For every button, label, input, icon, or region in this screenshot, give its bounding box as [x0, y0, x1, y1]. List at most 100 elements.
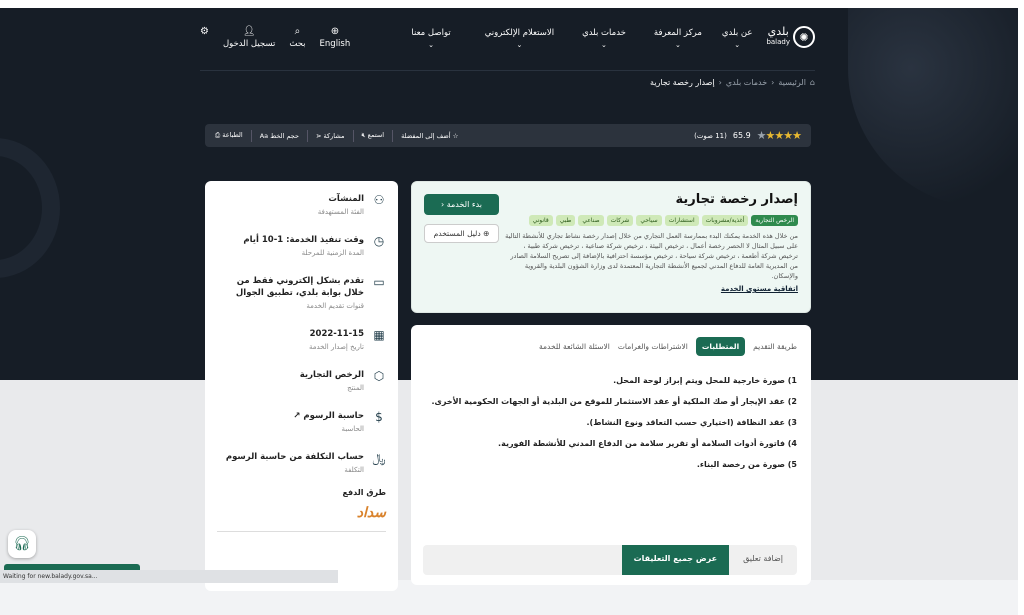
view-comments-button[interactable]: عرض جميع التعليقات [621, 545, 730, 575]
service-info-card: ⚇ المنشآت الفئة المستهدفة ◷ وقت تنفيذ الخدم… [205, 181, 398, 591]
person-icon: ⚇ [373, 193, 385, 207]
divider [217, 531, 386, 532]
listen-button[interactable]: استمع 🔇︎ [362, 131, 385, 140]
breadcrumb: ⌂ الرئيسية ‹ خدمات بلدي ‹ إصدار رخصة تجاري… [600, 78, 815, 87]
requirement-item: 5) صورة من رخصة البناء. [696, 460, 797, 469]
tag[interactable]: الرخص التجارية [751, 215, 798, 226]
info-value: حساب التكلفة من حاسبة الرسوم [225, 452, 364, 462]
requirement-item: 4) فاتورة أدوات السلامة أو تقرير سلامة م… [498, 439, 797, 448]
nav-services[interactable]: خدمات بلدي ⌄ [582, 28, 626, 49]
breadcrumb-separator: ‹ [771, 78, 775, 87]
requirement-item: 3) عقد النظافة (اختياري حسب التعاقد ونوع… [586, 418, 798, 427]
palm-icon: ✺ [793, 26, 815, 48]
info-row: ▦ 2022-11-15 تاريخ إصدار الخدمة [217, 328, 386, 351]
box-icon: ⬡ [373, 369, 385, 383]
print-button[interactable]: الطباعة ⎙ [215, 131, 243, 140]
scrollbar[interactable] [1018, 8, 1024, 615]
print-label: الطباعة [222, 131, 243, 139]
globe-icon: ⊕ [330, 26, 340, 37]
share-label: مشاركة [323, 131, 345, 140]
tab-requirements[interactable]: المتطلبات [695, 337, 746, 356]
tag[interactable]: استشارات [664, 215, 699, 226]
breadcrumb-home[interactable]: الرئيسية [778, 78, 806, 87]
info-label: التكلفة [344, 466, 364, 474]
home-icon: ⌂ [809, 78, 815, 87]
fee-calculator-link[interactable]: حاسبة الرسوم ↗ [217, 410, 364, 422]
nav-label: خدمات بلدي [582, 28, 626, 38]
star-icon: ☆ [450, 131, 459, 140]
monitor-icon: ▭ [373, 275, 385, 289]
calendar-icon: ▦ [373, 328, 385, 342]
language-button[interactable]: ⊕ English [320, 26, 351, 49]
login-label: تسجيل الدخول [222, 39, 276, 49]
font-size-label: حجم الخط [270, 131, 299, 140]
font-size-button[interactable]: حجم الخط Aa [260, 132, 299, 140]
listen-label: استمع [367, 131, 385, 139]
browser-status: Waiting for new.balady.gov.sa... [0, 570, 338, 583]
chat-support-button[interactable]: 🎧︎ [8, 530, 36, 558]
info-row: ﷼ حساب التكلفة من حاسبة الرسوم التكلفة [217, 451, 386, 474]
breadcrumb-services[interactable]: خدمات بلدي [726, 78, 767, 87]
header-tools: ⊕ English ⌕ بحث 👤︎ تسجيل الدخول ⚙ [200, 26, 350, 49]
favorite-label: أضف إلى المفضلة [401, 131, 451, 140]
settings-button[interactable]: ⚙ [200, 26, 209, 49]
nav-about[interactable]: عن بلدي ⌄ [722, 28, 753, 49]
share-icon: ⋖ [316, 131, 324, 140]
requirement-item: 1) صورة خارجية للمحل ويتم إبراز لوحة الم… [613, 376, 797, 385]
tab-how-to-apply[interactable]: طريقة التقديم [753, 342, 797, 351]
tag[interactable]: صناعي [578, 215, 604, 226]
info-row: $ حاسبة الرسوم ↗ الحاسبة [217, 410, 386, 433]
nav-inquiry[interactable]: الاستعلام الإلكتروني ⌄ [485, 28, 554, 49]
nav-label: مركز المعرفة [653, 28, 702, 38]
nav-knowledge[interactable]: مركز المعرفة ⌄ [654, 28, 702, 49]
chevron-down-icon: ⌄ [674, 41, 681, 49]
tag[interactable]: قانوني [528, 215, 553, 226]
chevron-down-icon: ⌄ [516, 41, 523, 49]
decor-shape [848, 8, 1018, 208]
info-value: وقت تنفيذ الخدمة: 1-10 أيام [243, 235, 364, 245]
start-service-button[interactable]: بدء الخدمة ‹ [424, 194, 499, 215]
login-button[interactable]: 👤︎ تسجيل الدخول [223, 26, 275, 49]
details-card: طريقة التقديم المتطلبات الاشتراطات والغر… [411, 325, 811, 585]
nav-contact[interactable]: تواصل معنا ⌄ [411, 28, 450, 49]
info-value: المنشآت [328, 194, 364, 204]
breadcrumb-separator: ‹ [718, 78, 722, 87]
tab-faq[interactable]: الاسئلة الشائعة للخدمة [539, 342, 610, 351]
header-divider [200, 70, 815, 71]
chevron-down-icon: ⌄ [734, 41, 741, 49]
tag[interactable]: سياحي [636, 215, 662, 226]
headset-icon: 🎧︎ [13, 536, 31, 552]
user-guide-button[interactable]: ⊕ دليل المستخدم [424, 224, 499, 243]
start-label: بدء الخدمة [446, 200, 483, 209]
divider [392, 129, 394, 142]
tag[interactable]: شركات [606, 215, 634, 226]
tab-conditions[interactable]: الاشتراطات والغرامات [618, 342, 688, 351]
arrow-left-icon: ‹ [440, 200, 445, 209]
logo-subtitle: balady [766, 38, 790, 46]
rating-toolbar: ★★★★★ 65.9 (11 صوت) ☆ أضف إلى المفضلة اس… [205, 124, 811, 147]
main-nav: عن بلدي ⌄ مركز المعرفة ⌄ خدمات بلدي ⌄ الاست… [411, 20, 752, 49]
info-label: المدة الزمنية للمرحلة [301, 249, 364, 257]
tag[interactable]: طبي [555, 215, 576, 226]
sla-link[interactable]: اتفاقية مستوى الخدمة [424, 285, 798, 293]
info-row: ⚇ المنشآت الفئة المستهدفة [217, 193, 386, 216]
favorite-button[interactable]: ☆ أضف إلى المفضلة [401, 132, 458, 140]
info-value: تقدم بشكل إلكتروني فقط من خلال بوابة بلد… [235, 276, 364, 298]
clock-icon: ◷ [373, 234, 385, 248]
balady-logo[interactable]: ✺ بلدي balady [766, 26, 815, 48]
search-button[interactable]: ⌕ بحث [289, 26, 305, 49]
star-rating[interactable]: ★★★★★ [757, 129, 802, 142]
info-label: المنتج [347, 384, 364, 392]
share-button[interactable]: مشاركة ⋖ [316, 132, 345, 140]
breadcrumb-current: إصدار رخصة تجارية [650, 78, 715, 87]
info-row: ⬡ الرخص التجارية المنتج [217, 369, 386, 392]
add-comment-button[interactable]: إضافة تعليق [729, 545, 797, 575]
requirement-item: 2) عقد الإيجار أو صك الملكية أو عقد الاس… [431, 397, 797, 406]
tag[interactable]: أغذية/مشروبات [701, 215, 749, 226]
top-border [0, 0, 1024, 8]
guide-label: دليل المستخدم [433, 229, 481, 238]
info-value: الرخص التجارية [299, 370, 364, 380]
filled-stars: ★★★★ [765, 129, 802, 142]
vote-count: (11 صوت) [694, 131, 727, 140]
service-description: من خلال هذه الخدمة يمكنك البدء بممارسة ا… [505, 232, 798, 280]
